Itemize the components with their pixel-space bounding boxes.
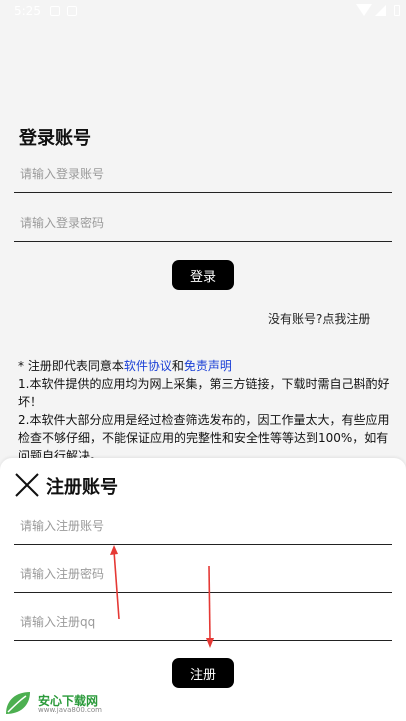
register-account-field[interactable] xyxy=(14,508,392,545)
image-icon xyxy=(67,6,77,16)
annotation-arrow-up xyxy=(110,545,120,620)
login-account-input[interactable] xyxy=(14,156,392,192)
status-bar: 5:25 xyxy=(0,0,406,24)
register-account-input[interactable] xyxy=(14,508,392,544)
battery-icon xyxy=(394,5,400,16)
agreement-text: * 注册即代表同意本软件协议和免责声明 1.本软件提供的应用均为网上采集，第三方… xyxy=(18,357,390,465)
leaf-logo-icon xyxy=(6,692,30,714)
agreement-prefix: * 注册即代表同意本 xyxy=(18,359,124,373)
wifi-icon xyxy=(356,4,372,16)
software-agreement-link[interactable]: 软件协议 xyxy=(124,359,172,373)
agreement-and: 和 xyxy=(171,359,184,373)
login-account-field[interactable] xyxy=(14,156,392,193)
login-title: 登录账号 xyxy=(19,128,91,149)
login-password-field[interactable] xyxy=(14,205,392,242)
register-title: 注册账号 xyxy=(46,477,118,498)
agreement-line-1: 1.本软件提供的应用均为网上采集，第三方链接，下载时需自己斟酌好坏！ xyxy=(18,377,390,409)
status-time: 5:25 xyxy=(14,4,41,18)
register-button[interactable]: 注册 xyxy=(172,658,234,688)
disclaimer-link[interactable]: 免责声明 xyxy=(184,359,232,373)
signal-icon xyxy=(375,5,386,16)
close-icon[interactable] xyxy=(14,472,40,498)
login-password-input[interactable] xyxy=(14,205,392,241)
agreement-consent: * 注册即代表同意本软件协议和免责声明 xyxy=(18,357,390,375)
notification-icon xyxy=(50,6,60,16)
watermark: 安心下载网 www.java800.com xyxy=(4,690,114,718)
login-button[interactable]: 登录 xyxy=(172,260,234,290)
watermark-url: www.java800.com xyxy=(38,706,102,714)
agreement-line-2: 2.本软件大部分应用是经过检查筛选发布的，因工作量太大，有些应用检查不够仔细，不… xyxy=(18,413,390,463)
register-link[interactable]: 没有账号?点我注册 xyxy=(268,310,370,327)
annotation-arrow-down xyxy=(206,566,214,648)
